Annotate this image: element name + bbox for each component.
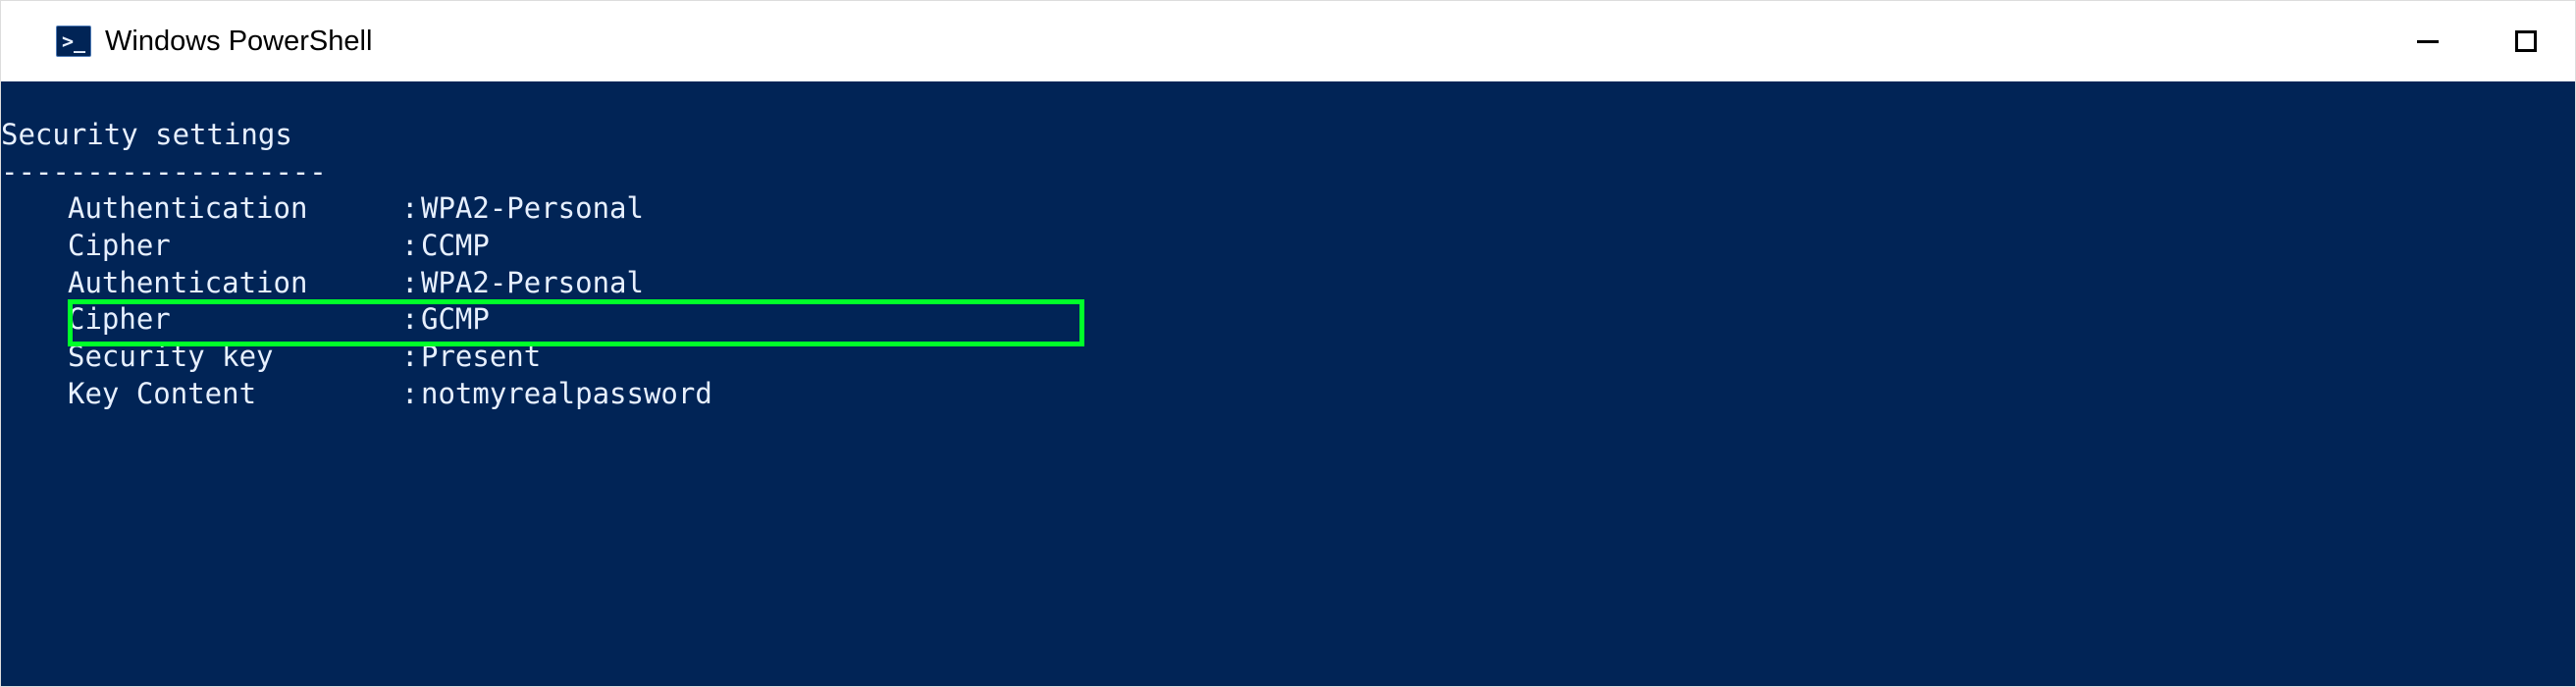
minimize-icon (2417, 40, 2439, 43)
row-colon: : (401, 301, 421, 339)
row-colon: : (401, 228, 421, 265)
section-divider: ------------------- (1, 154, 2575, 191)
window-controls (2379, 1, 2575, 81)
output-row: Security key : Present (1, 339, 2575, 376)
titlebar-left: >_ Windows PowerShell (56, 26, 372, 58)
maximize-button[interactable] (2477, 1, 2575, 81)
row-label: Security key (1, 339, 401, 376)
row-label: Cipher (1, 301, 401, 339)
output-row: Authentication : WPA2-Personal (1, 190, 2575, 228)
output-row: Authentication : WPA2-Personal (1, 265, 2575, 302)
maximize-icon (2515, 30, 2537, 52)
window-title: Windows PowerShell (105, 26, 372, 58)
row-colon: : (401, 339, 421, 376)
output-row-key-content: Key Content : notmyrealpassword (1, 376, 2575, 413)
row-colon: : (401, 190, 421, 228)
minimize-button[interactable] (2379, 1, 2477, 81)
row-value: Present (421, 339, 541, 376)
row-value: WPA2-Personal (421, 190, 644, 228)
row-value: GCMP (421, 301, 490, 339)
terminal-output[interactable]: Security settings ------------------- Au… (1, 81, 2575, 686)
output-row: Cipher : CCMP (1, 228, 2575, 265)
row-label: Cipher (1, 228, 401, 265)
row-colon: : (401, 265, 421, 302)
powershell-icon: >_ (56, 26, 91, 57)
powershell-window: >_ Windows PowerShell Security settings … (0, 0, 2576, 687)
section-title: Security settings (1, 117, 2575, 154)
row-colon: : (401, 376, 421, 413)
row-label: Authentication (1, 265, 401, 302)
titlebar[interactable]: >_ Windows PowerShell (1, 1, 2575, 81)
row-label: Authentication (1, 190, 401, 228)
row-value: WPA2-Personal (421, 265, 644, 302)
row-value: CCMP (421, 228, 490, 265)
row-value: notmyrealpassword (421, 376, 712, 413)
output-row: Cipher : GCMP (1, 301, 2575, 339)
row-label: Key Content (1, 376, 401, 413)
powershell-icon-glyph: >_ (62, 29, 85, 53)
